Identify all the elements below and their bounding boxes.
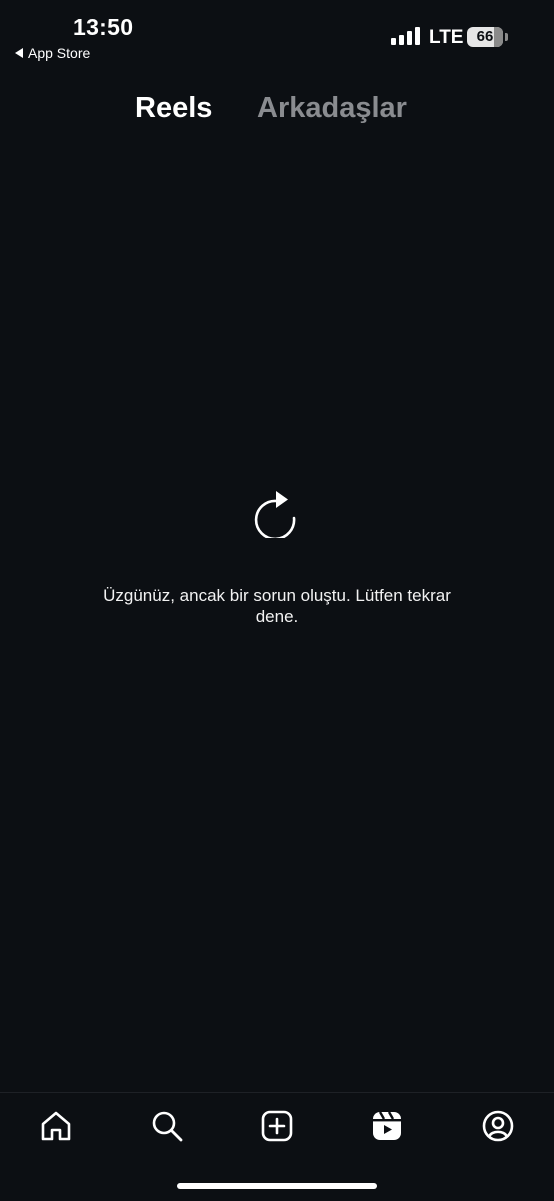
battery-empty-fill <box>494 27 503 47</box>
reload-icon[interactable] <box>254 488 300 541</box>
nav-search[interactable] <box>150 1109 184 1143</box>
feed-tabs: Reels Arkadaşlar <box>0 92 554 128</box>
nav-reels[interactable] <box>370 1109 404 1143</box>
home-indicator <box>177 1183 377 1189</box>
nav-home[interactable] <box>39 1109 73 1143</box>
error-state: Üzgünüz, ancak bir sorun oluştu. Lütfen … <box>0 488 554 627</box>
create-icon <box>261 1110 293 1142</box>
network-label: LTE <box>429 27 464 48</box>
back-arrow-icon <box>15 48 23 58</box>
battery-icon: 66 <box>467 27 503 47</box>
status-bar: 13:50 App Store LTE 66 <box>0 0 554 70</box>
back-to-app-store-link[interactable]: App Store <box>15 45 90 61</box>
tab-friends[interactable]: Arkadaşlar <box>257 92 407 125</box>
nav-create[interactable] <box>260 1109 294 1143</box>
nav-profile[interactable] <box>481 1109 515 1143</box>
signal-bars-icon <box>391 27 420 45</box>
profile-icon <box>482 1110 514 1142</box>
status-time: 13:50 <box>73 14 134 40</box>
back-app-label: App Store <box>28 45 91 61</box>
reels-icon <box>373 1111 401 1140</box>
home-icon <box>41 1111 71 1141</box>
battery-tip <box>505 33 508 41</box>
search-icon <box>152 1111 183 1142</box>
error-message: Üzgünüz, ancak bir sorun oluştu. Lütfen … <box>103 586 451 626</box>
battery-percent: 66 <box>476 28 494 45</box>
tab-reels[interactable]: Reels <box>135 92 212 125</box>
